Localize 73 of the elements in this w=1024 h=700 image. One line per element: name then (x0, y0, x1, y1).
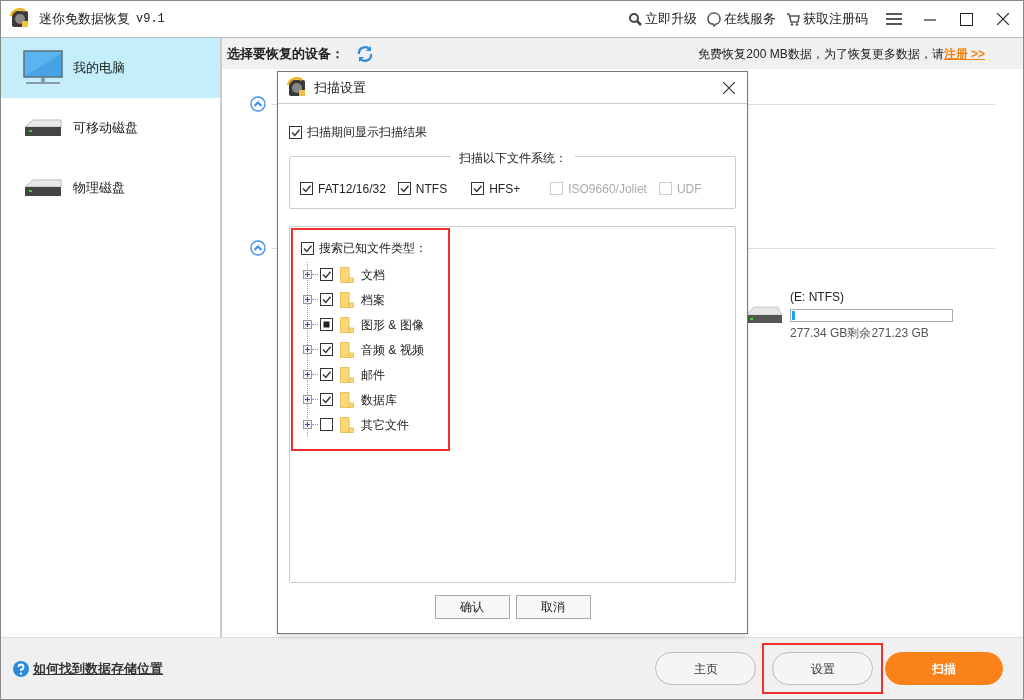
folder-icon (340, 341, 354, 358)
checkbox[interactable] (320, 293, 333, 306)
collapse-chevron-icon[interactable] (250, 96, 266, 112)
expand-icon[interactable] (303, 270, 312, 279)
help-icon (13, 660, 29, 677)
checkbox[interactable] (289, 125, 302, 139)
drive-name: (E: NTFS) (790, 289, 845, 306)
checkbox[interactable] (301, 241, 314, 255)
help-link[interactable]: 如何找到数据存储位置 (33, 658, 163, 679)
expand-icon[interactable] (303, 370, 312, 379)
refresh-icon[interactable] (356, 44, 374, 63)
dialog-title: 扫描设置 (314, 78, 366, 97)
checkbox-label: FAT12/16/32 (318, 180, 386, 198)
maximize-icon[interactable] (960, 12, 973, 26)
folder-icon (340, 391, 354, 408)
cart-action-link[interactable]: 获取注册码 (786, 9, 868, 29)
file-type-label[interactable]: 音频 & 视频 (361, 340, 424, 359)
close-icon[interactable] (997, 13, 1009, 25)
dialog-button[interactable]: 取消 (515, 595, 591, 619)
folder-icon (340, 291, 354, 308)
footer-button[interactable]: 设置 (772, 652, 873, 685)
expand-icon[interactable] (303, 395, 312, 404)
file-type-label[interactable]: 档案 (361, 290, 385, 309)
group-legend: 扫描以下文件系统： (450, 149, 575, 167)
expand-icon[interactable] (303, 420, 312, 429)
monitor-icon (23, 50, 63, 86)
file-type-label[interactable]: 文档 (361, 265, 385, 284)
cart-icon (786, 11, 800, 27)
search-action-link[interactable]: 立即升级 (628, 9, 697, 29)
folder-icon (340, 266, 354, 283)
drive-icon (23, 177, 63, 199)
checkbox[interactable] (300, 182, 313, 195)
folder-icon (340, 366, 354, 383)
checkbox[interactable] (320, 268, 333, 281)
checkbox[interactable] (397, 182, 411, 195)
checkbox[interactable] (320, 418, 333, 431)
window-title: 迷你免数据恢复 (39, 10, 130, 29)
checkbox[interactable] (320, 368, 333, 381)
checkbox-label: 扫描期间显示扫描结果 (307, 124, 427, 141)
drive-icon (23, 117, 63, 139)
checkbox[interactable] (471, 182, 485, 195)
app-logo-icon (9, 8, 31, 30)
checkbox[interactable] (320, 318, 333, 331)
file-type-label[interactable]: 其它文件 (361, 415, 409, 434)
drive-size: 277.34 GB剩余271.23 GB (790, 325, 930, 342)
checkbox[interactable] (320, 343, 333, 356)
search-icon (628, 11, 642, 27)
free-limit-notice: 免费恢复200 MB数据，为了恢复更多数据，请 (698, 45, 944, 63)
checkbox[interactable] (320, 393, 333, 406)
expand-icon[interactable] (303, 295, 312, 304)
close-icon[interactable] (723, 81, 735, 94)
chat-bubble-icon (707, 11, 721, 27)
file-type-label[interactable]: 数据库 (361, 390, 397, 409)
dialog-button[interactable]: 确认 (434, 595, 510, 619)
folder-icon (340, 316, 354, 333)
footer-button[interactable]: 主页 (655, 652, 756, 685)
checkbox-label: HFS+ (489, 180, 521, 198)
chat-action-link[interactable]: 在线服务 (707, 9, 776, 29)
expand-icon[interactable] (303, 320, 312, 329)
folder-icon (340, 416, 354, 433)
version-label: v9.1 (136, 11, 165, 28)
file-type-label[interactable]: 图形 & 图像 (361, 315, 424, 334)
collapse-chevron-icon[interactable] (250, 240, 266, 256)
app-logo-icon (286, 76, 308, 99)
checkbox-label: NTFS (415, 180, 448, 198)
menu-icon[interactable] (886, 13, 902, 25)
header-title: 选择要恢复的设备： (227, 44, 344, 63)
checkbox-label: 搜索已知文件类型： (319, 240, 427, 257)
expand-icon[interactable] (303, 345, 312, 354)
file-type-label[interactable]: 邮件 (361, 365, 385, 384)
checkbox-label: ISO9660/Joliet (568, 180, 647, 198)
sidebar-item[interactable]: 我的电脑 (1, 38, 220, 98)
checkbox-label: UDF (676, 180, 702, 198)
